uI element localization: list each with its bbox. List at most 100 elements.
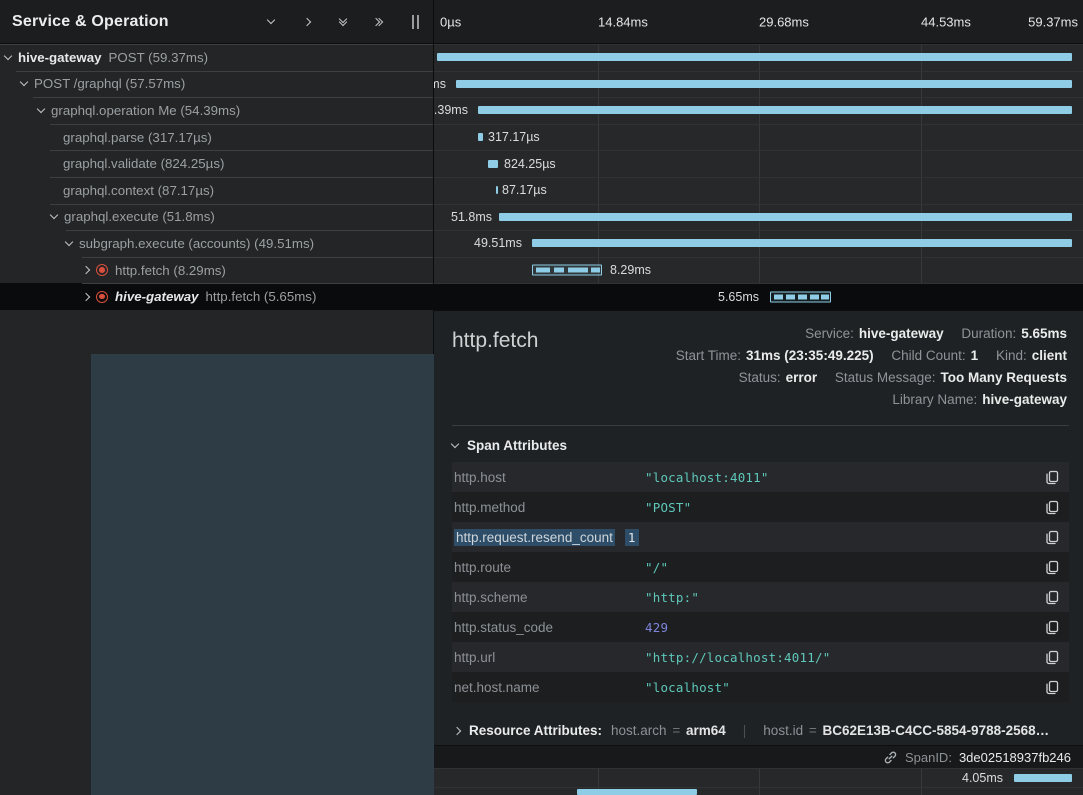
- collapse-icon[interactable]: [263, 14, 279, 30]
- span-bar-segment: [810, 294, 819, 299]
- span-bar[interactable]: [770, 291, 831, 302]
- attribute-key[interactable]: http.method: [454, 500, 645, 515]
- attribute-key[interactable]: http.status_code: [454, 620, 645, 635]
- attribute-row[interactable]: http.method "POST": [452, 492, 1069, 522]
- timeline-row[interactable]: 54.39ms: [434, 97, 1083, 124]
- chevron-right-icon[interactable]: [82, 292, 90, 300]
- copy-icon[interactable]: [1045, 650, 1059, 665]
- expand-all-icon[interactable]: [371, 14, 387, 30]
- chevron-down-icon[interactable]: [37, 105, 45, 113]
- copy-icon[interactable]: [1045, 500, 1059, 515]
- link-icon[interactable]: [883, 750, 898, 765]
- tree-row[interactable]: graphql.context (87.17µs): [0, 177, 433, 204]
- timeline-row-selected[interactable]: 5.65ms: [434, 283, 1083, 310]
- tree-row[interactable]: graphql.parse (317.17µs): [0, 124, 433, 151]
- attribute-row[interactable]: http.url "http://localhost:4011/": [452, 642, 1069, 672]
- chevron-down-icon[interactable]: [65, 238, 73, 246]
- meta-label: Status:: [739, 370, 781, 385]
- span-bar-segment: [554, 268, 564, 273]
- timeline-row[interactable]: 87.17µs: [434, 177, 1083, 204]
- duration-label: 824.25µs: [504, 157, 556, 171]
- chevron-down-icon[interactable]: [4, 52, 12, 60]
- span-id-label: SpanID:: [905, 750, 952, 765]
- attribute-key[interactable]: http.scheme: [454, 590, 645, 605]
- copy-icon[interactable]: [1045, 470, 1059, 485]
- equals-sign: =: [809, 723, 817, 738]
- span-attributes-table: http.host "localhost:4011" http.method "…: [452, 462, 1069, 702]
- tree-row[interactable]: hive-gateway POST (59.37ms): [0, 44, 433, 71]
- chevron-right-icon: [453, 726, 461, 734]
- attribute-key[interactable]: http.route: [454, 560, 645, 575]
- tree-row[interactable]: graphql.validate (824.25µs): [0, 150, 433, 177]
- tree-row[interactable]: POST /graphql (57.57ms): [0, 71, 433, 98]
- span-bar[interactable]: [532, 265, 602, 276]
- timeline-row[interactable]: 824.25µs: [434, 150, 1083, 177]
- copy-icon[interactable]: [1045, 560, 1059, 575]
- attribute-key[interactable]: net.host.name: [454, 680, 645, 695]
- timeline-row[interactable]: 59.37ms: [434, 44, 1083, 71]
- expand-icon[interactable]: [299, 14, 315, 30]
- span-bar[interactable]: [1014, 774, 1072, 782]
- attribute-key[interactable]: http.url: [454, 650, 645, 665]
- span-attributes-toggle[interactable]: Span Attributes: [434, 426, 1083, 462]
- copy-icon[interactable]: [1045, 590, 1059, 605]
- span-bar[interactable]: [499, 213, 1072, 221]
- span-bar[interactable]: [496, 186, 498, 194]
- tree-row[interactable]: http.fetch (8.29ms): [0, 257, 433, 284]
- meta-line: Library Name:hive-gateway: [452, 389, 1067, 411]
- meta-label: Duration:: [961, 326, 1016, 341]
- meta-label: Status Message:: [835, 370, 936, 385]
- span-bar[interactable]: [532, 239, 1072, 247]
- gridline: [598, 769, 599, 787]
- span-bar[interactable]: [478, 106, 1072, 114]
- attribute-value[interactable]: 1: [625, 529, 639, 546]
- chevron-down-icon[interactable]: [20, 78, 28, 86]
- span-bar[interactable]: [577, 789, 697, 795]
- tree-row[interactable]: subgraph.execute (accounts) (49.51ms): [0, 230, 433, 257]
- attribute-row[interactable]: net.host.name "localhost": [452, 672, 1069, 702]
- attribute-value[interactable]: "http://localhost:4011/": [645, 650, 830, 665]
- meta-line: Start Time:31ms (23:35:49.225) Child Cou…: [452, 345, 1067, 367]
- attribute-value[interactable]: "localhost:4011": [645, 470, 769, 485]
- tree-row[interactable]: graphql.execute (51.8ms): [0, 204, 433, 231]
- span-bar[interactable]: [478, 133, 483, 141]
- panel-title: Service & Operation: [12, 13, 169, 31]
- span-bar[interactable]: [456, 80, 1072, 88]
- tree-row[interactable]: graphql.operation Me (54.39ms): [0, 97, 433, 124]
- copy-icon[interactable]: [1045, 620, 1059, 635]
- attribute-value[interactable]: "http:": [645, 590, 699, 605]
- chevron-down-icon[interactable]: [50, 211, 58, 219]
- timeline-row[interactable]: 8.29ms: [434, 257, 1083, 284]
- timeline-row[interactable]: 49.51ms: [434, 230, 1083, 257]
- attribute-row[interactable]: http.scheme "http:": [452, 582, 1069, 612]
- timeline-row[interactable]: 317.17µs: [434, 124, 1083, 151]
- timeline-row[interactable]: 51.8ms: [434, 204, 1083, 231]
- attribute-row-highlighted[interactable]: http.request.resend_count 1: [452, 522, 1069, 552]
- collapse-all-icon[interactable]: [335, 14, 351, 30]
- copy-icon[interactable]: [1045, 680, 1059, 695]
- duration-label: 49.51ms: [474, 236, 522, 250]
- resource-attributes-row[interactable]: Resource Attributes: host.arch = arm64 |…: [452, 716, 1069, 745]
- span-bar-segment: [568, 268, 588, 273]
- span-id-value[interactable]: 3de02518937fb246: [959, 750, 1071, 765]
- attribute-value[interactable]: "POST": [645, 500, 691, 515]
- attribute-key[interactable]: http.host: [454, 470, 645, 485]
- attribute-value[interactable]: "localhost": [645, 680, 730, 695]
- attribute-value[interactable]: "/": [645, 560, 668, 575]
- copy-icon[interactable]: [1045, 530, 1059, 545]
- timeline-row-partial[interactable]: [434, 787, 1083, 795]
- time-tick: 29.68ms: [759, 14, 809, 29]
- attribute-row[interactable]: http.host "localhost:4011": [452, 462, 1069, 492]
- tree-row-selected[interactable]: hive-gateway http.fetch (5.65ms): [0, 283, 433, 310]
- panel-splitter-handle[interactable]: [407, 14, 423, 30]
- timeline-row[interactable]: 57.57ms: [434, 71, 1083, 98]
- span-bar[interactable]: [488, 160, 498, 168]
- attribute-key[interactable]: http.request.resend_count: [454, 529, 615, 546]
- attribute-row[interactable]: http.route "/": [452, 552, 1069, 582]
- attribute-value[interactable]: 429: [645, 620, 668, 635]
- attribute-row[interactable]: http.status_code 429: [452, 612, 1069, 642]
- timeline-row[interactable]: 4.05ms: [434, 768, 1083, 787]
- chevron-right-icon[interactable]: [82, 266, 90, 274]
- span-bar[interactable]: [437, 53, 1072, 61]
- resource-attribute-key: host.arch: [611, 723, 667, 738]
